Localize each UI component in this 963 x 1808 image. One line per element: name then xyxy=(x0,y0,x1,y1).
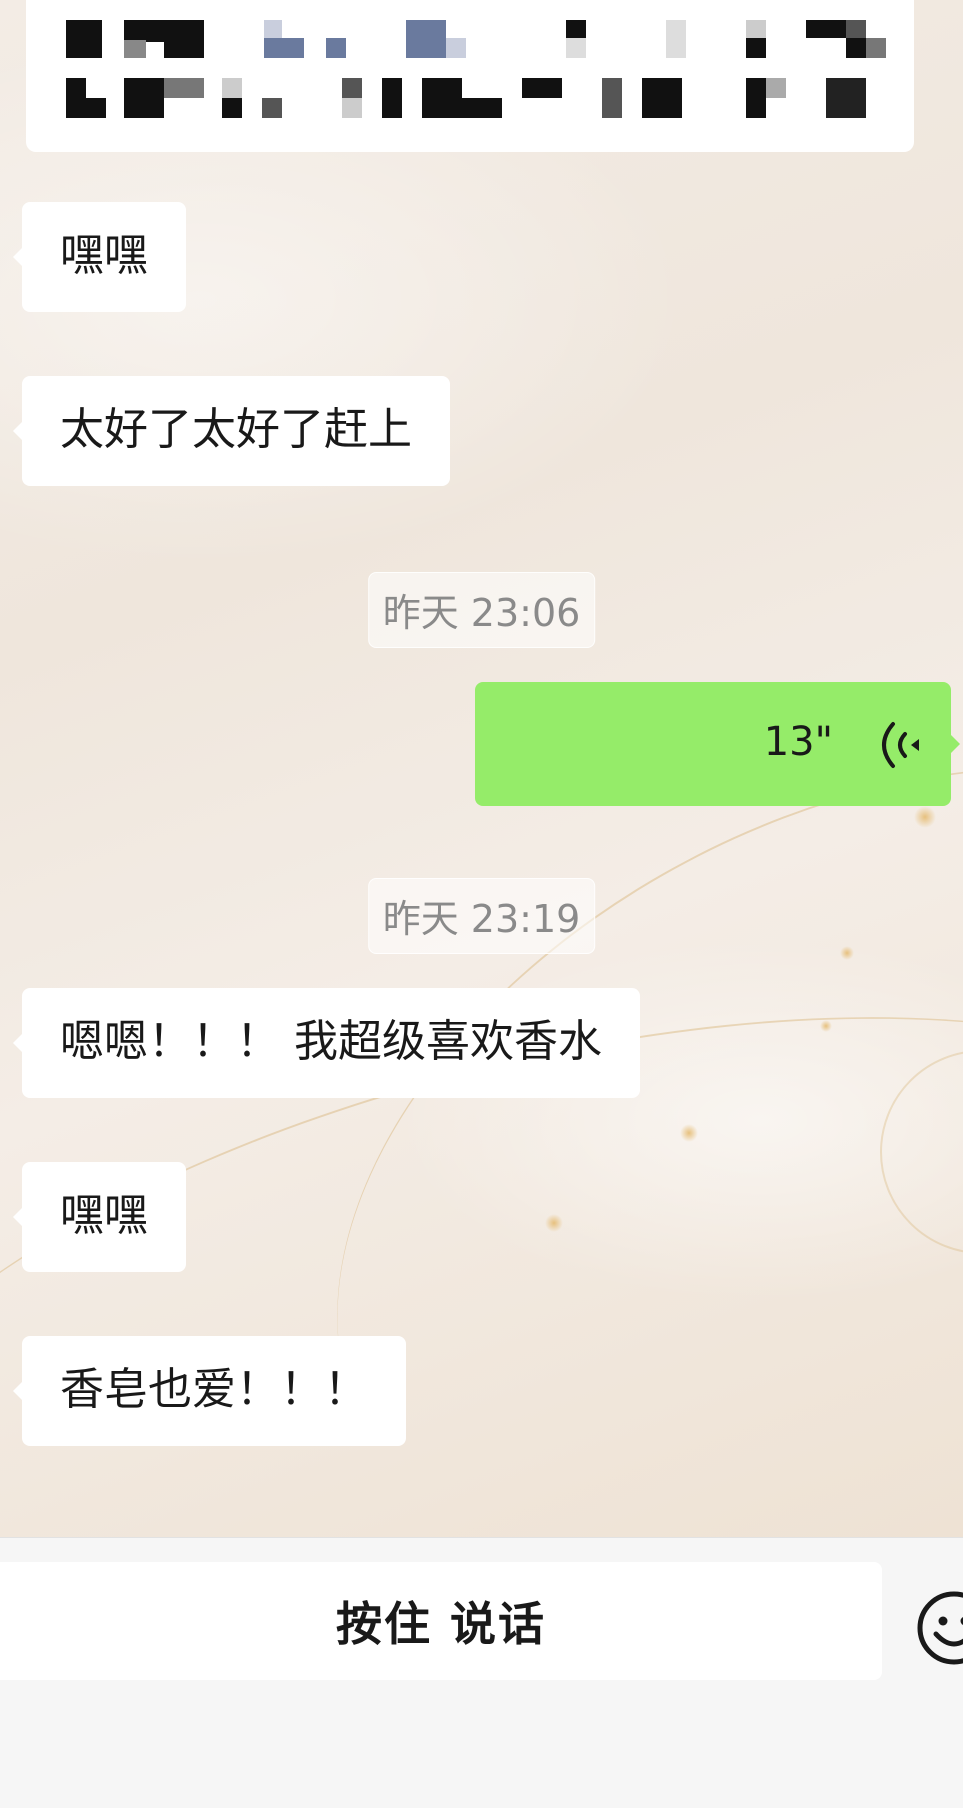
message-bubble-incoming[interactable]: 嘿嘿 xyxy=(22,1162,186,1272)
message-row-outgoing: 13" xyxy=(475,682,951,806)
background-sparkle xyxy=(914,806,936,828)
background-sparkle xyxy=(545,1214,563,1232)
message-text: 嘿嘿 xyxy=(60,1190,148,1241)
background-swoosh xyxy=(880,1050,963,1254)
message-text: 香皂也爱！！！ xyxy=(60,1364,368,1415)
hold-to-talk-button[interactable]: 按住 说话 xyxy=(0,1562,882,1680)
background-sparkle xyxy=(680,1124,698,1142)
timestamp: 昨天 23:06 xyxy=(368,572,596,648)
emoji-smile-icon[interactable] xyxy=(914,1588,963,1668)
voice-message-bubble[interactable]: 13" xyxy=(475,682,951,806)
message-bubble-incoming[interactable]: 太好了太好了赶上 xyxy=(22,376,450,486)
message-text: 嘿嘿 xyxy=(60,230,148,281)
message-row-incoming: 太好了太好了赶上 xyxy=(22,376,450,486)
message-bubble-incoming[interactable]: 嘿嘿 xyxy=(22,202,186,312)
message-bubble-incoming[interactable]: 香皂也爱！！！ xyxy=(22,1336,406,1446)
message-text: 嗯嗯！！！ 我超级喜欢香水 xyxy=(60,1016,602,1067)
message-text: 太好了太好了赶上 xyxy=(60,404,412,455)
background-sparkle xyxy=(820,1020,832,1032)
message-row-incoming: 嘿嘿 xyxy=(22,1162,186,1272)
message-row-incoming: 香皂也爱！！！ xyxy=(22,1336,406,1446)
chat-area[interactable]: 嘿嘿 太好了太好了赶上 昨天 23:06 13" 昨天 23:19 嗯嗯！！！ … xyxy=(0,0,963,1537)
message-row-incoming: 嗯嗯！！！ 我超级喜欢香水 xyxy=(22,988,640,1098)
timestamp: 昨天 23:19 xyxy=(368,878,596,954)
voice-wave-icon xyxy=(873,720,933,770)
message-bubble-incoming[interactable]: 嗯嗯！！！ 我超级喜欢香水 xyxy=(22,988,640,1098)
pixelated-header xyxy=(26,0,914,152)
voice-duration: 13" xyxy=(764,722,833,762)
message-row-incoming: 嘿嘿 xyxy=(22,202,186,312)
input-bar: 按住 说话 xyxy=(0,1537,963,1808)
background-sparkle xyxy=(840,946,854,960)
